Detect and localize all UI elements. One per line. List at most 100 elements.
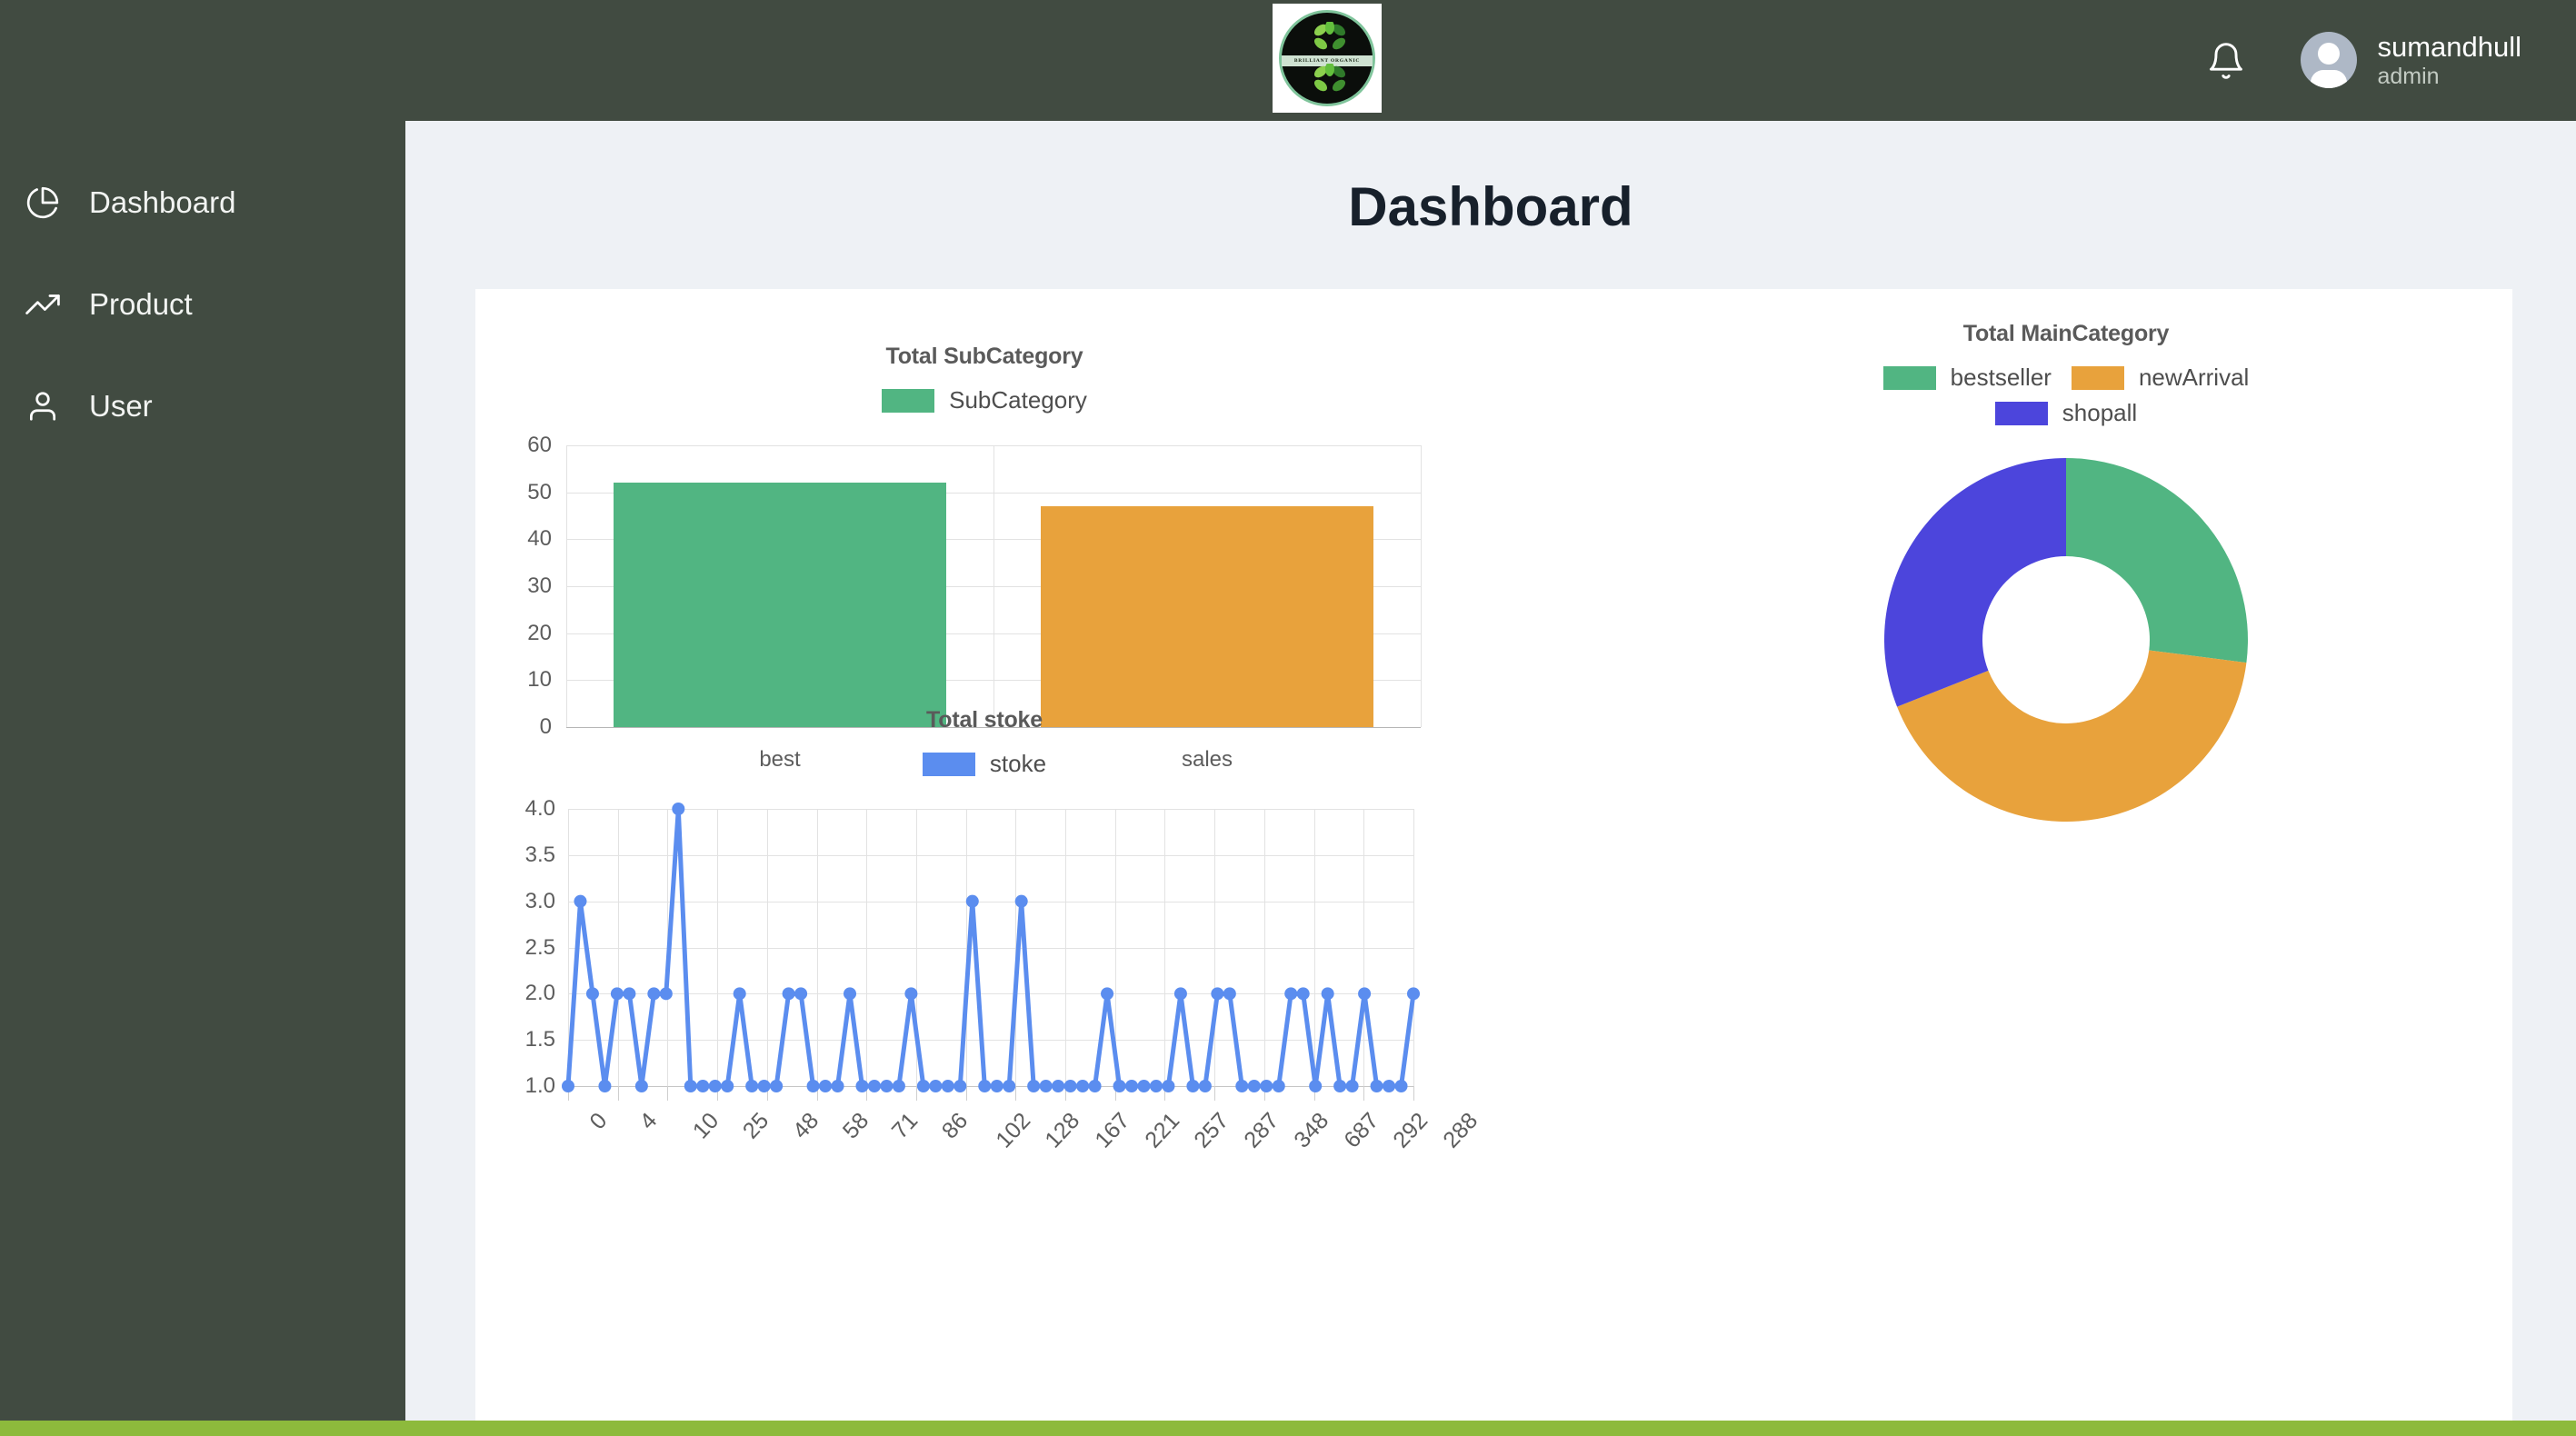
data-point-marker[interactable] <box>1235 1080 1248 1092</box>
x-axis-tick-label: 287 <box>1239 1108 1284 1153</box>
data-point-marker[interactable] <box>978 1080 991 1092</box>
legend-item[interactable]: stoke <box>923 750 1046 778</box>
data-point-marker[interactable] <box>819 1080 832 1092</box>
donut-slice[interactable] <box>1884 458 2066 707</box>
data-point-marker[interactable] <box>1346 1080 1359 1092</box>
data-point-marker[interactable] <box>1040 1080 1053 1092</box>
bar[interactable] <box>1041 506 1374 727</box>
sidebar-item-product[interactable]: Product <box>0 254 405 355</box>
data-point-marker[interactable] <box>1162 1080 1174 1092</box>
legend-label: SubCategory <box>949 386 1087 414</box>
x-axis-tick-label: 221 <box>1140 1108 1185 1153</box>
data-point-marker[interactable] <box>904 987 917 1000</box>
data-point-marker[interactable] <box>1297 987 1310 1000</box>
donut-slice[interactable] <box>2066 458 2248 663</box>
legend-item[interactable]: bestseller <box>1883 364 2052 392</box>
data-point-marker[interactable] <box>586 987 599 1000</box>
data-point-marker[interactable] <box>709 1080 722 1092</box>
data-point-marker[interactable] <box>1003 1080 1015 1092</box>
data-point-marker[interactable] <box>1052 1080 1064 1092</box>
data-point-marker[interactable] <box>1015 895 1028 908</box>
data-point-marker[interactable] <box>660 987 673 1000</box>
data-point-marker[interactable] <box>807 1080 820 1092</box>
data-point-marker[interactable] <box>1027 1080 1040 1092</box>
data-point-marker[interactable] <box>696 1080 709 1092</box>
legend-item[interactable]: newArrival <box>2072 364 2249 392</box>
data-point-marker[interactable] <box>1371 1080 1383 1092</box>
data-point-marker[interactable] <box>844 987 856 1000</box>
data-point-marker[interactable] <box>1186 1080 1199 1092</box>
legend-item[interactable]: SubCategory <box>882 386 1087 414</box>
data-point-marker[interactable] <box>1407 987 1420 1000</box>
y-axis-tick-label: 3.5 <box>525 843 555 868</box>
x-axis-tick-label: 257 <box>1190 1108 1235 1153</box>
data-point-marker[interactable] <box>1125 1080 1138 1092</box>
data-point-marker[interactable] <box>917 1080 930 1092</box>
data-point-marker[interactable] <box>1113 1080 1126 1092</box>
data-point-marker[interactable] <box>1101 987 1113 1000</box>
data-point-marker[interactable] <box>770 1080 783 1092</box>
data-point-marker[interactable] <box>880 1080 893 1092</box>
data-point-marker[interactable] <box>1064 1080 1077 1092</box>
bar[interactable] <box>614 483 947 727</box>
data-point-marker[interactable] <box>684 1080 697 1092</box>
sidebar-item-user[interactable]: User <box>0 355 405 457</box>
data-point-marker[interactable] <box>1248 1080 1261 1092</box>
data-point-marker[interactable] <box>1137 1080 1150 1092</box>
data-point-marker[interactable] <box>868 1080 881 1092</box>
sidebar-item-dashboard[interactable]: Dashboard <box>0 152 405 254</box>
data-point-marker[interactable] <box>1211 987 1223 1000</box>
data-point-marker[interactable] <box>574 895 586 908</box>
data-point-marker[interactable] <box>954 1080 966 1092</box>
data-point-marker[interactable] <box>1174 987 1187 1000</box>
data-point-marker[interactable] <box>598 1080 611 1092</box>
user-profile-menu[interactable]: sumandhull admin <box>2301 31 2521 91</box>
data-point-marker[interactable] <box>1150 1080 1163 1092</box>
data-point-marker[interactable] <box>855 1080 868 1092</box>
data-point-marker[interactable] <box>1273 1080 1285 1092</box>
data-point-marker[interactable] <box>672 803 684 815</box>
legend-label: newArrival <box>2139 364 2249 392</box>
notification-bell-icon[interactable] <box>2206 41 2246 81</box>
data-point-marker[interactable] <box>1309 1080 1322 1092</box>
page-title: Dashboard <box>405 121 2576 238</box>
data-point-marker[interactable] <box>966 895 979 908</box>
data-point-marker[interactable] <box>1333 1080 1346 1092</box>
data-point-marker[interactable] <box>929 1080 942 1092</box>
data-point-marker[interactable] <box>991 1080 1003 1092</box>
brand-logo[interactable]: BRILLIANT ORGANIC <box>1273 4 1382 113</box>
data-point-marker[interactable] <box>942 1080 954 1092</box>
data-point-marker[interactable] <box>794 987 807 1000</box>
data-point-marker[interactable] <box>635 1080 648 1092</box>
sidebar-item-label: User <box>89 389 153 424</box>
data-point-marker[interactable] <box>623 987 635 1000</box>
data-point-marker[interactable] <box>1076 1080 1089 1092</box>
data-point-marker[interactable] <box>1089 1080 1102 1092</box>
data-point-marker[interactable] <box>1395 1080 1408 1092</box>
data-point-marker[interactable] <box>893 1080 905 1092</box>
data-point-marker[interactable] <box>1223 987 1236 1000</box>
avatar <box>2301 32 2357 88</box>
data-point-marker[interactable] <box>783 987 795 1000</box>
y-axis-tick-label: 40 <box>527 526 552 552</box>
data-point-marker[interactable] <box>1358 987 1371 1000</box>
legend-item[interactable]: shopall <box>1995 399 2137 427</box>
data-point-marker[interactable] <box>647 987 660 1000</box>
y-axis-tick-label: 50 <box>527 480 552 505</box>
data-point-marker[interactable] <box>721 1080 734 1092</box>
data-point-marker[interactable] <box>734 987 746 1000</box>
data-point-marker[interactable] <box>1322 987 1334 1000</box>
data-point-marker[interactable] <box>611 987 624 1000</box>
x-axis-tick-label: 687 <box>1339 1108 1384 1153</box>
x-axis-tick-label: 102 <box>991 1108 1036 1153</box>
data-point-marker[interactable] <box>1284 987 1297 1000</box>
bar-column <box>614 445 947 727</box>
data-point-marker[interactable] <box>758 1080 771 1092</box>
data-point-marker[interactable] <box>1383 1080 1395 1092</box>
data-point-marker[interactable] <box>1199 1080 1212 1092</box>
data-point-marker[interactable] <box>832 1080 844 1092</box>
logo-circle: BRILLIANT ORGANIC <box>1279 10 1375 106</box>
data-point-marker[interactable] <box>745 1080 758 1092</box>
data-point-marker[interactable] <box>1260 1080 1273 1092</box>
data-point-marker[interactable] <box>562 1080 574 1092</box>
